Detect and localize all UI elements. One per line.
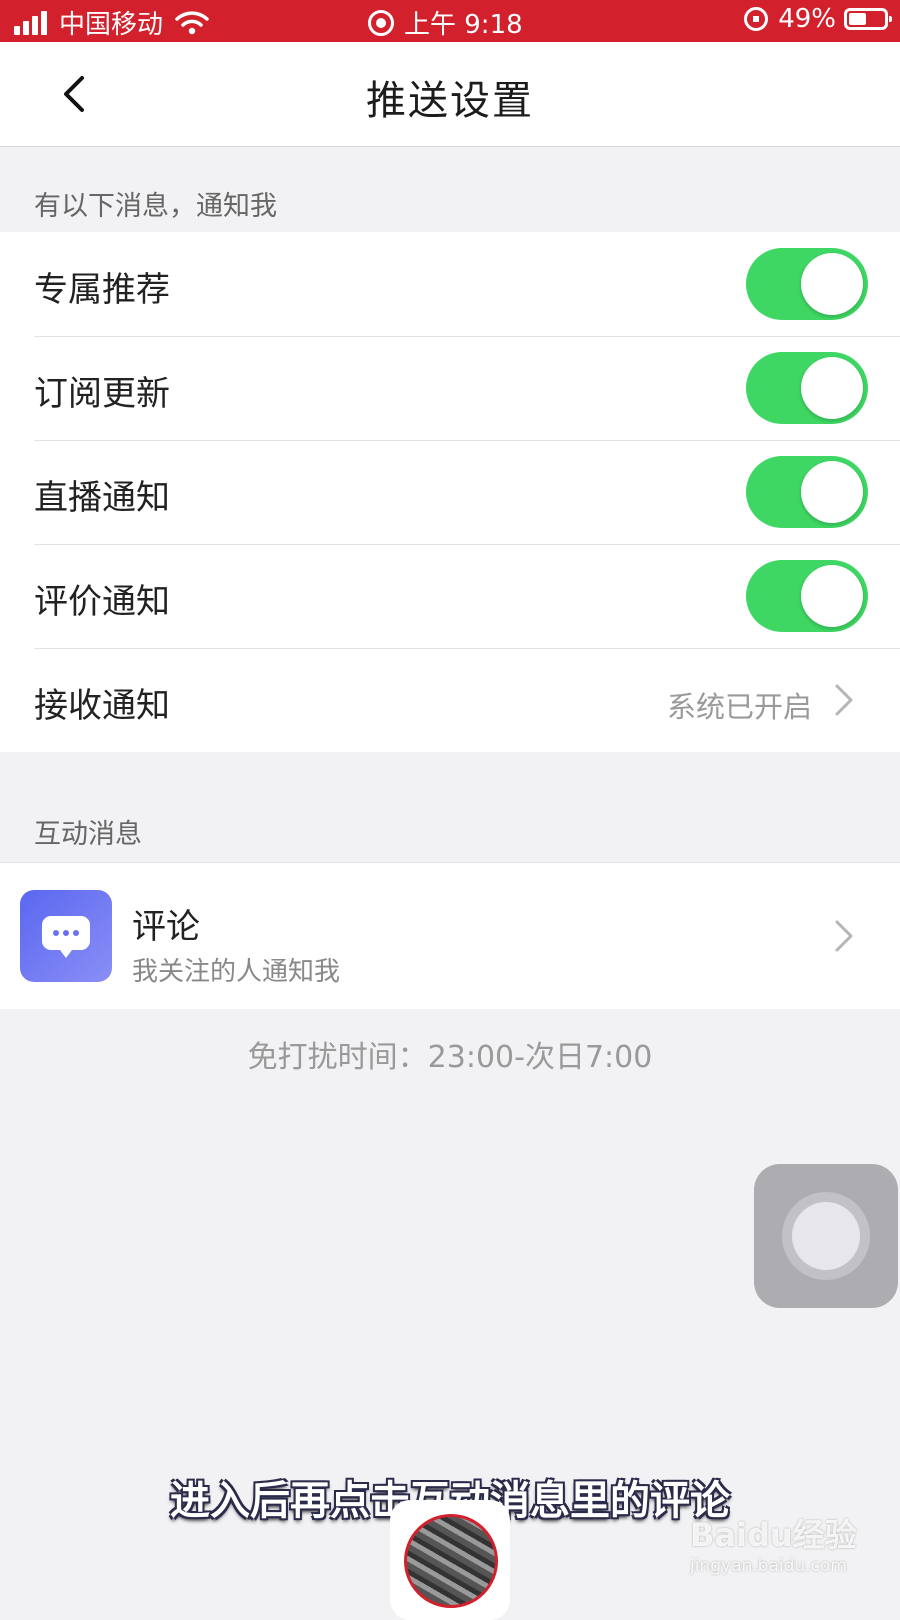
setting-label: 直播通知 (34, 478, 170, 518)
comment-subtitle: 我关注的人通知我 (132, 957, 341, 987)
screen-record-icon (368, 9, 394, 36)
do-not-disturb-time[interactable]: 免打扰时间：23:00-次日7:00 (0, 1032, 900, 1076)
section-header-interact: 互动消息 (34, 819, 142, 850)
signal-icon (14, 10, 47, 35)
battery-icon (844, 8, 892, 30)
watermark-logo: Baidu经验 (690, 1516, 857, 1554)
setting-label: 接收通知 (34, 686, 170, 726)
setting-row-subscribe: 订阅更新 (0, 336, 900, 440)
page-title: 推送设置 (366, 78, 534, 124)
receive-status-value: 系统已开启 (666, 690, 812, 724)
setting-label: 评价通知 (34, 582, 170, 622)
status-center: 上午 9:18 (368, 4, 523, 41)
watermark-url: jingyan.baidu.com (690, 1556, 847, 1576)
toggle-review-notifications[interactable] (746, 560, 868, 632)
assistive-touch-center (792, 1202, 860, 1270)
chevron-right-icon (835, 684, 853, 716)
setting-row-exclusive: 专属推荐 (0, 232, 900, 336)
chevron-right-icon (835, 920, 853, 952)
carrier-label: 中国移动 (59, 10, 164, 40)
wifi-icon (175, 10, 209, 34)
receive-notifications-row[interactable]: 接收通知 系统已开启 (0, 648, 900, 752)
setting-row-live: 直播通知 (0, 440, 900, 544)
section-header-notify: 有以下消息，通知我 (34, 191, 277, 222)
toggle-subscription-updates[interactable] (746, 352, 868, 424)
chat-bubble-icon (20, 890, 112, 982)
status-left: 中国移动 (14, 4, 209, 41)
nav-bar: 推送设置 (0, 42, 900, 147)
rotation-lock-icon (744, 7, 769, 31)
status-bar: 中国移动 上午 9:18 49% (0, 0, 900, 42)
baidu-watermark: Baidu经验 jingyan.baidu.com (690, 1510, 890, 1590)
toggle-knob (801, 253, 863, 315)
bottom-avatar (390, 1500, 510, 1620)
notify-settings-group: 专属推荐 订阅更新 直播通知 评价通知 接收通知 系统已开启 (0, 232, 900, 752)
clock: 上午 9:18 (404, 10, 523, 40)
setting-row-review: 评价通知 (0, 544, 900, 648)
avatar-image (404, 1514, 498, 1608)
toggle-knob (801, 461, 863, 523)
setting-label: 订阅更新 (34, 374, 170, 414)
assistive-touch-button[interactable] (754, 1164, 898, 1308)
setting-label: 专属推荐 (34, 270, 170, 310)
toggle-live-notifications[interactable] (746, 456, 868, 528)
toggle-exclusive-recommend[interactable] (746, 248, 868, 320)
comment-settings-row[interactable]: 评论 我关注的人通知我 (0, 862, 900, 1009)
toggle-knob (801, 357, 863, 419)
battery-percent: 49% (778, 4, 836, 34)
status-right: 49% (744, 4, 892, 34)
toggle-knob (801, 565, 863, 627)
comment-title: 评论 (132, 907, 200, 947)
